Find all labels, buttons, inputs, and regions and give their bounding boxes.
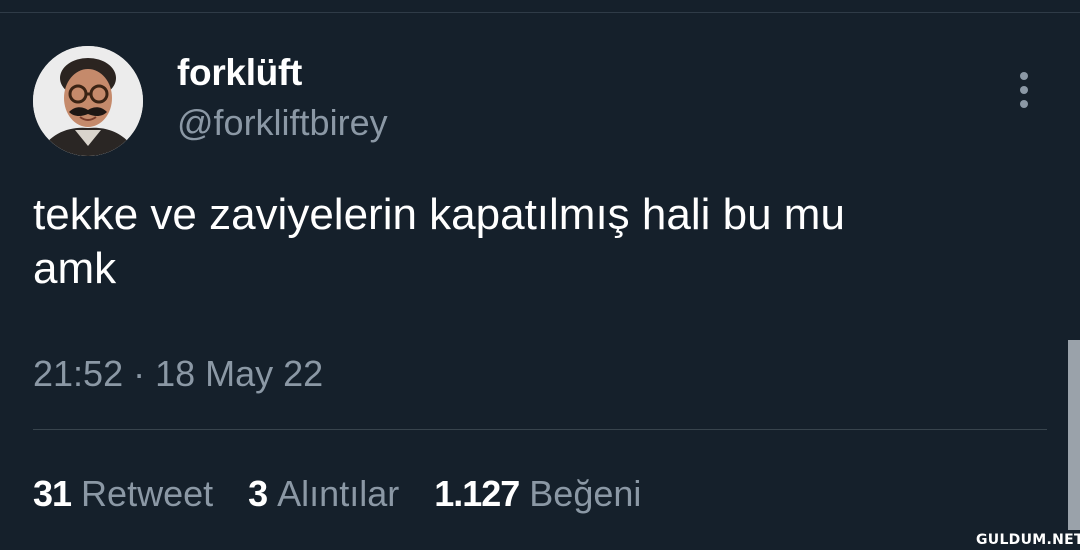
- like-label: Beğeni: [529, 473, 642, 514]
- avatar-image: [33, 46, 143, 156]
- quote-count: 3: [248, 473, 268, 514]
- display-name[interactable]: forklüft: [177, 52, 302, 94]
- tweet-text: tekke ve zaviyelerin kapatılmış hali bu …: [33, 190, 845, 293]
- retweet-label: Retweet: [81, 473, 214, 514]
- scrollbar[interactable]: [1068, 340, 1080, 550]
- like-stat[interactable]: 1.127 Beğeni: [434, 472, 641, 516]
- divider: [33, 429, 1047, 430]
- avatar[interactable]: [33, 46, 143, 156]
- retweet-stat[interactable]: 31 Retweet: [33, 472, 213, 516]
- quote-label: Alıntılar: [277, 473, 400, 514]
- quote-stat[interactable]: 3 Alıntılar: [248, 472, 399, 516]
- tweet-page: forklüft @forkliftbirey tekke ve zaviyel…: [0, 0, 1080, 550]
- tweet-timestamp[interactable]: 21:52 · 18 May 22: [33, 352, 323, 396]
- top-divider: [0, 12, 1080, 13]
- retweet-count: 31: [33, 473, 72, 514]
- like-count: 1.127: [434, 473, 520, 514]
- more-options-button[interactable]: [1008, 68, 1040, 112]
- user-handle[interactable]: @forkliftbirey: [177, 102, 388, 144]
- engagement-stats: 31 Retweet 3 Alıntılar 1.127 Beğeni: [33, 472, 676, 516]
- watermark: GULDUM.NET: [976, 530, 1080, 550]
